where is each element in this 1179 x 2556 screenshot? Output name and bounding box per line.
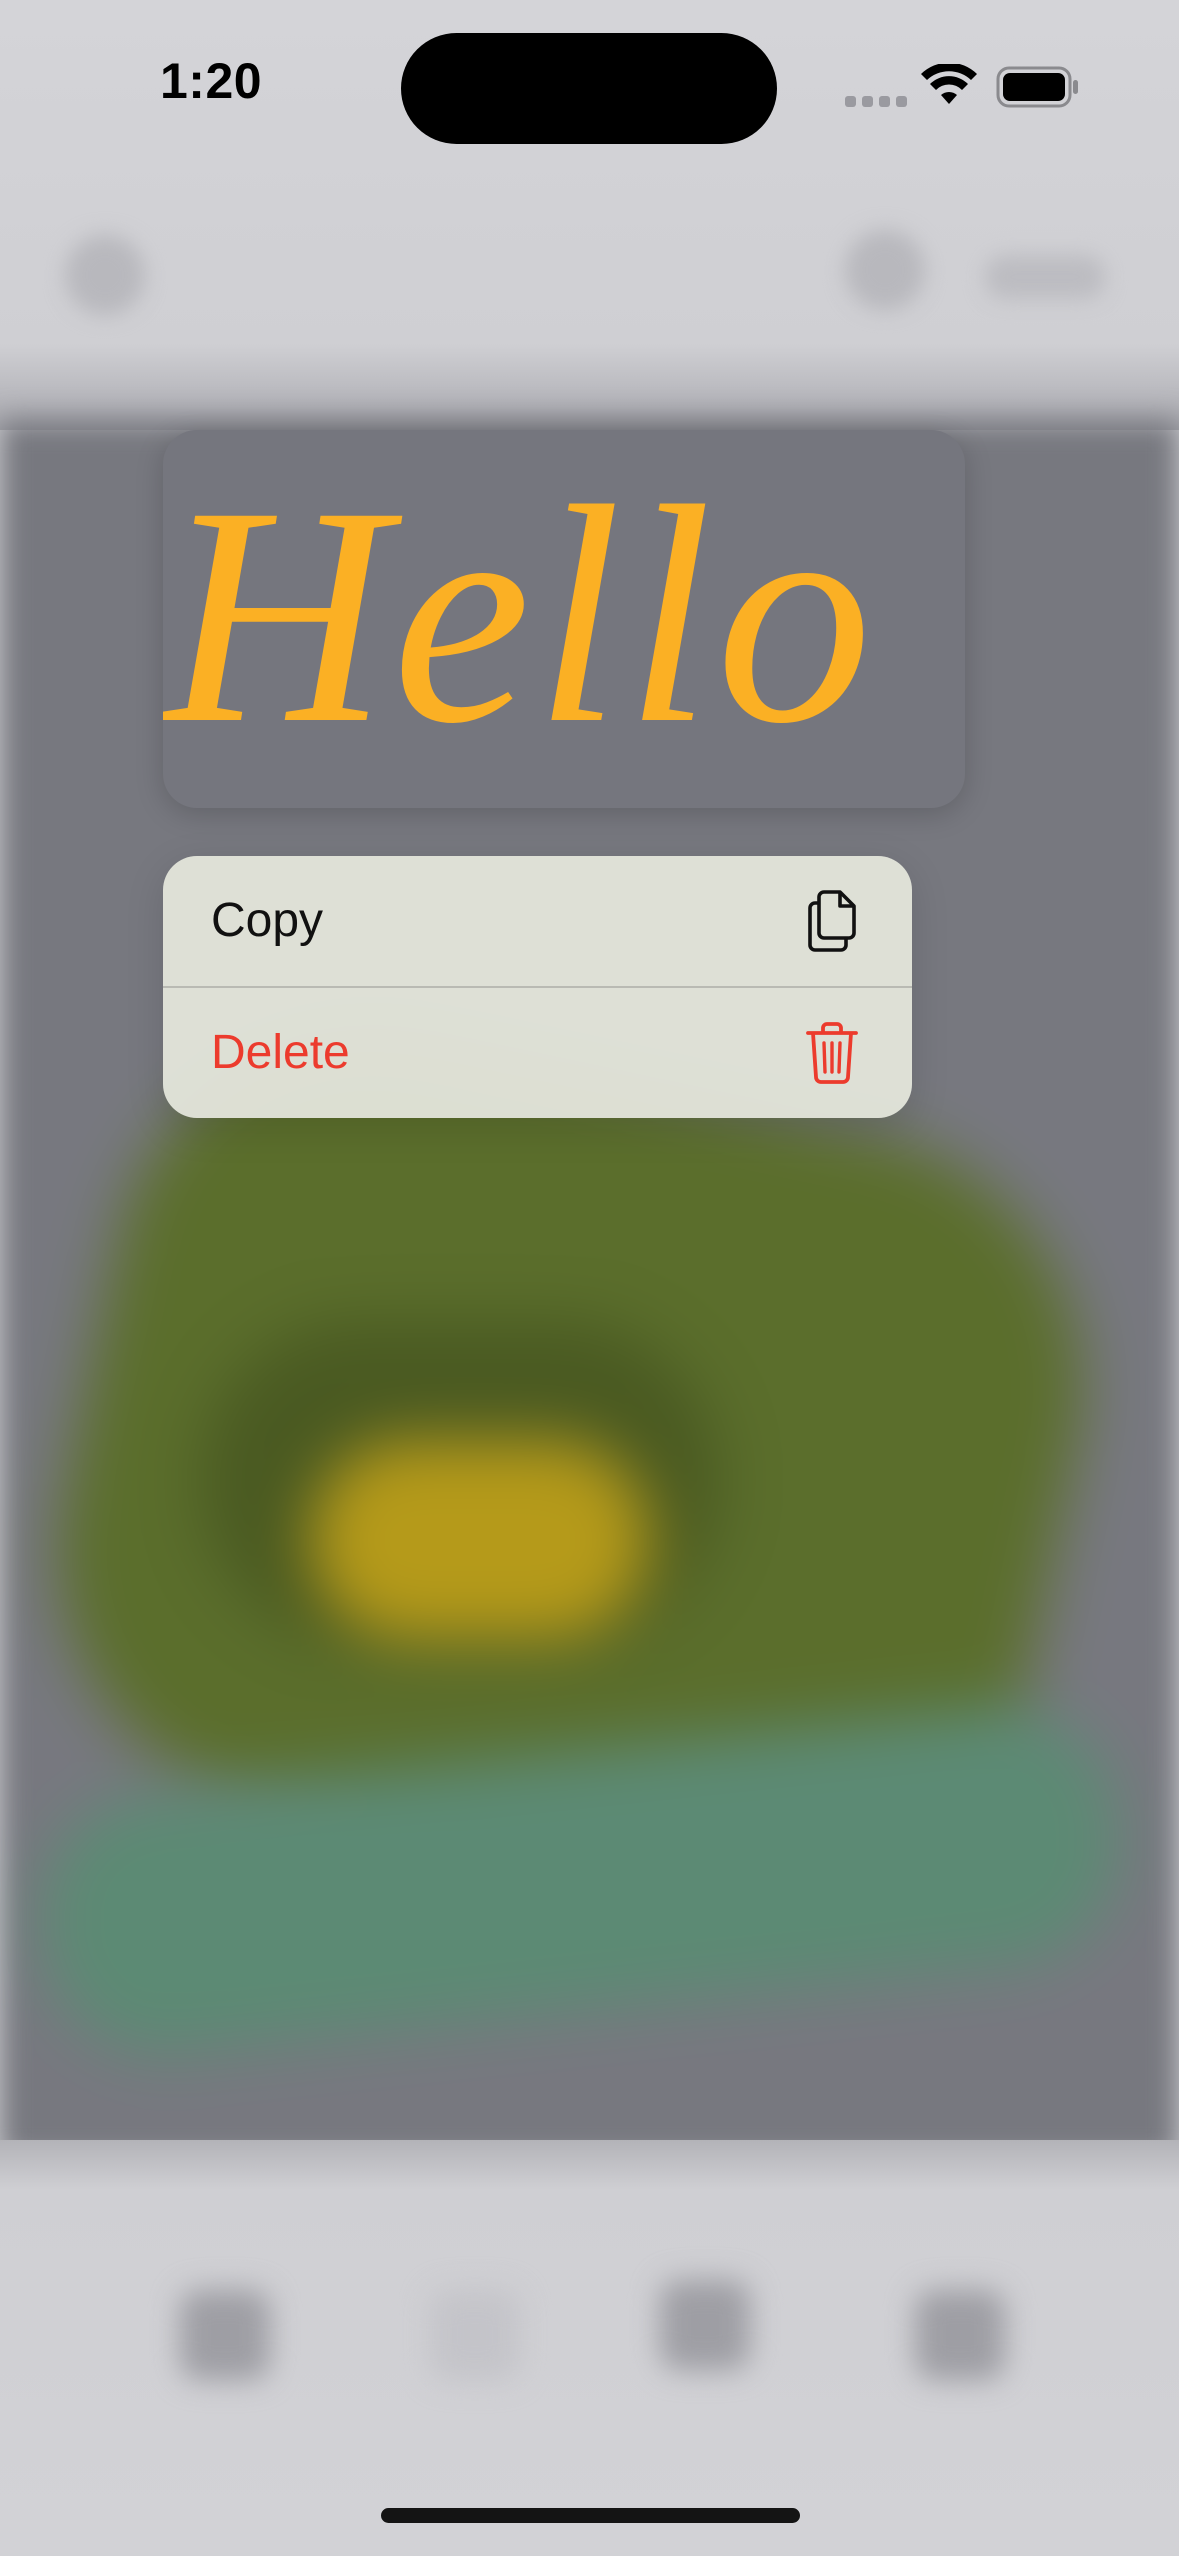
- background-nav-button: [985, 255, 1105, 299]
- background-tab-icon-4: [915, 2290, 1005, 2380]
- dynamic-island: [401, 33, 777, 144]
- background-image-highlight: [310, 1440, 650, 1640]
- delete-menu-item[interactable]: Delete: [163, 988, 912, 1118]
- status-time: 1:20: [160, 53, 263, 109]
- copy-label: Copy: [211, 894, 324, 947]
- background-tab-icon-1: [180, 2290, 270, 2380]
- background-action-icon: [845, 230, 925, 310]
- delete-label: Delete: [211, 1026, 350, 1079]
- cellular-signal-icon: [845, 95, 907, 107]
- home-indicator[interactable]: [381, 2508, 800, 2523]
- trash-icon: [806, 1022, 858, 1084]
- copy-menu-item[interactable]: Copy: [163, 856, 912, 986]
- copy-document-icon: [808, 890, 856, 952]
- context-menu: Copy Delete: [163, 856, 912, 1118]
- screen: 1:20 Hello ! Copy Delete: [0, 0, 1179, 2556]
- wifi-icon: [921, 64, 977, 104]
- battery-icon: [996, 66, 1078, 108]
- background-tab-bar: [0, 2140, 1179, 2556]
- background-tab-icon-2: [430, 2290, 520, 2380]
- background-tab-icon-3: [660, 2280, 750, 2370]
- preview-card: Hello !: [163, 430, 965, 808]
- background-back-icon: [65, 235, 145, 315]
- preview-hello-text: Hello !: [163, 443, 965, 788]
